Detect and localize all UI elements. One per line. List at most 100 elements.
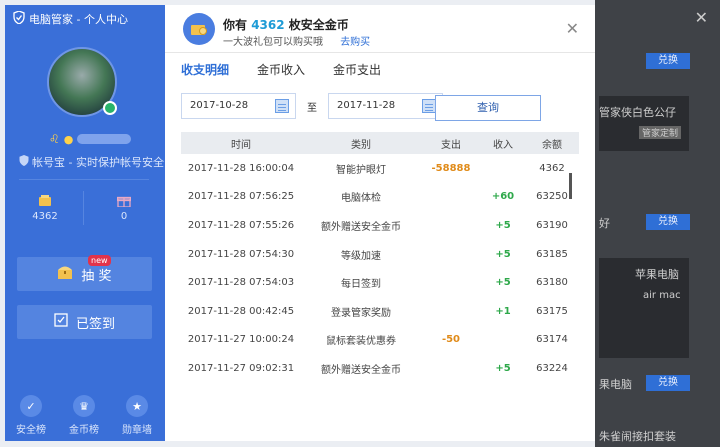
background-text: 好 [599,217,610,230]
table-row: 2017-11-28 07:54:30 等级加速 +5 63185 [181,240,579,269]
row-time: 2017-11-28 07:54:03 [187,277,295,289]
row-type: 额外赠送安全金币 [321,364,401,376]
divider [83,191,84,225]
background-text: 果电脑 [599,378,632,391]
row-type: 等级加速 [341,250,381,262]
left-panel-title: 电脑管家 - 个人中心 [13,10,128,27]
tab-all-transactions[interactable]: 收支明细 [181,61,229,82]
coin-summary-prefix: 你有 [223,18,248,32]
nav-medal-wall[interactable]: ★ 勋章墙 [115,395,159,436]
column-header-expense: 支出 [441,139,461,151]
new-badge: new [88,255,111,266]
header: 你有 4362 枚安全金币 一大波礼包可以购买哦 去购买 ✕ [165,5,595,53]
tab-coin-expense[interactable]: 金币支出 [333,61,381,82]
nav-coin-rank[interactable]: ♛ 金币榜 [62,395,106,436]
verified-check-icon [103,101,117,115]
table-row: 2017-11-28 16:00:04 智能护眼灯 -58888 4362 [181,154,579,183]
row-balance: 63224 [536,362,568,374]
start-date-field[interactable]: 2017-10-28 [181,93,296,119]
row-type: 鼠标套装优惠券 [326,336,396,348]
row-balance: 63185 [536,248,568,260]
end-date-field[interactable]: 2017-11-28 [328,93,443,119]
main-panel: 你有 4362 枚安全金币 一大波礼包可以购买哦 去购买 ✕ 收支明细 金币收入… [165,5,595,441]
coin-wallet-icon [183,13,215,45]
row-type: 额外赠送安全金币 [321,221,401,233]
row-income: +60 [491,191,515,203]
window-title: 电脑管家 - 个人中心 [29,13,128,26]
nav-security-rank-label: 安全榜 [16,425,46,436]
lottery-label: 抽 奖 [81,268,112,284]
left-panel: 电脑管家 - 个人中心 ♌ ● 帐号宝 - 实时保护帐号安全 4362 0 抽 … [5,5,165,441]
table-header: 时间 类别 支出 收入 余额 [181,132,579,154]
background-exchange-button: 兑换 [646,53,690,69]
close-icon[interactable]: ✕ [566,19,579,38]
row-type: 每日签到 [341,279,381,291]
transaction-table: 时间 类别 支出 收入 余额 2017-11-28 16:00:04 智能护眼灯… [181,132,579,383]
nav-medal-wall-label: 勋章墙 [122,425,152,436]
coin-stat[interactable]: 4362 [20,195,70,222]
coin-stat-value: 4362 [32,211,58,222]
edit-check-icon [54,313,68,331]
gift-icon [116,195,132,208]
row-time: 2017-11-28 00:42:45 [187,305,295,317]
leo-zodiac-icon: ♌ [49,132,60,146]
row-time: 2017-11-28 07:56:25 [187,191,295,203]
table-row: 2017-11-28 07:56:25 电脑体检 +60 63250 [181,183,579,212]
shield-icon: ✓ [20,395,42,417]
row-time: 2017-11-27 10:00:24 [187,334,295,346]
background-shop-panel: ✕ 兑换 管家侠白色公仔 管家定制 好 兑换 苹果电脑 air mac 果电脑 … [595,0,720,447]
start-date-value: 2017-10-28 [190,100,249,111]
background-close-icon: ✕ [694,8,708,27]
row-time: 2017-11-27 09:02:31 [187,362,295,374]
row-income: +5 [495,219,511,231]
background-text: 朱雀闹接扣套装 [599,430,676,443]
header-subtitle: 一大波礼包可以购买哦 [223,37,323,48]
row-time: 2017-11-28 07:55:26 [187,219,295,231]
background-exchange-button: 兑换 [646,375,690,391]
nav-coin-rank-label: 金币榜 [69,425,99,436]
nickname-blurred [77,134,132,144]
background-tag: 管家定制 [639,126,682,139]
buy-link[interactable]: 去购买 [340,37,370,48]
table-row: 2017-11-28 00:42:45 登录管家奖励 +1 63175 [181,297,579,326]
to-label: 至 [307,103,317,114]
medal-icon: ★ [126,395,148,417]
shield-icon [19,155,29,169]
column-header-income: 收入 [493,139,513,151]
lottery-button[interactable]: 抽 奖 [17,257,152,291]
account-protect-text: 帐号宝 - 实时保护帐号安全 [32,156,164,169]
shield-logo-icon [13,10,25,27]
nickname-row: ♌ ● [49,132,132,146]
coin-summary: 你有 4362 枚安全金币 [223,16,349,33]
checkin-button[interactable]: 已签到 [17,305,152,339]
gift-stat[interactable]: 0 [99,195,149,222]
coin-stack-icon [38,195,52,207]
row-type: 登录管家奖励 [331,307,391,319]
row-balance: 63180 [536,277,568,289]
table-scrollbar[interactable] [569,173,572,199]
row-income: +5 [495,277,511,289]
coin-summary-suffix: 枚安全金币 [288,18,349,32]
background-text: 管家侠白色公仔 [599,106,676,119]
account-protect-row[interactable]: 帐号宝 - 实时保护帐号安全 [19,154,164,170]
header-subtitle-row: 一大波礼包可以购买哦 去购买 [223,33,370,48]
row-income: +5 [495,362,511,374]
qq-icon: ● [63,132,74,146]
background-text: air mac [643,290,681,301]
row-type: 电脑体检 [341,193,381,205]
table-row: 2017-11-28 07:54:03 每日签到 +5 63180 [181,268,579,297]
tab-coin-income[interactable]: 金币收入 [257,61,305,82]
table-row: 2017-11-27 09:02:31 额外赠送安全金币 +5 63224 [181,354,579,383]
column-header-type: 类别 [351,139,371,151]
gift-stat-value: 0 [120,211,128,222]
background-text: 苹果电脑 [635,268,679,281]
end-date-value: 2017-11-28 [337,100,396,111]
calendar-icon[interactable] [275,99,289,113]
divider [19,179,149,180]
nav-security-rank[interactable]: ✓ 安全榜 [9,395,53,436]
query-button[interactable]: 查询 [435,95,541,121]
row-expense: -58888 [431,162,471,174]
calendar-icon[interactable] [422,99,436,113]
row-balance: 63174 [536,334,568,346]
crown-icon: ♛ [73,395,95,417]
